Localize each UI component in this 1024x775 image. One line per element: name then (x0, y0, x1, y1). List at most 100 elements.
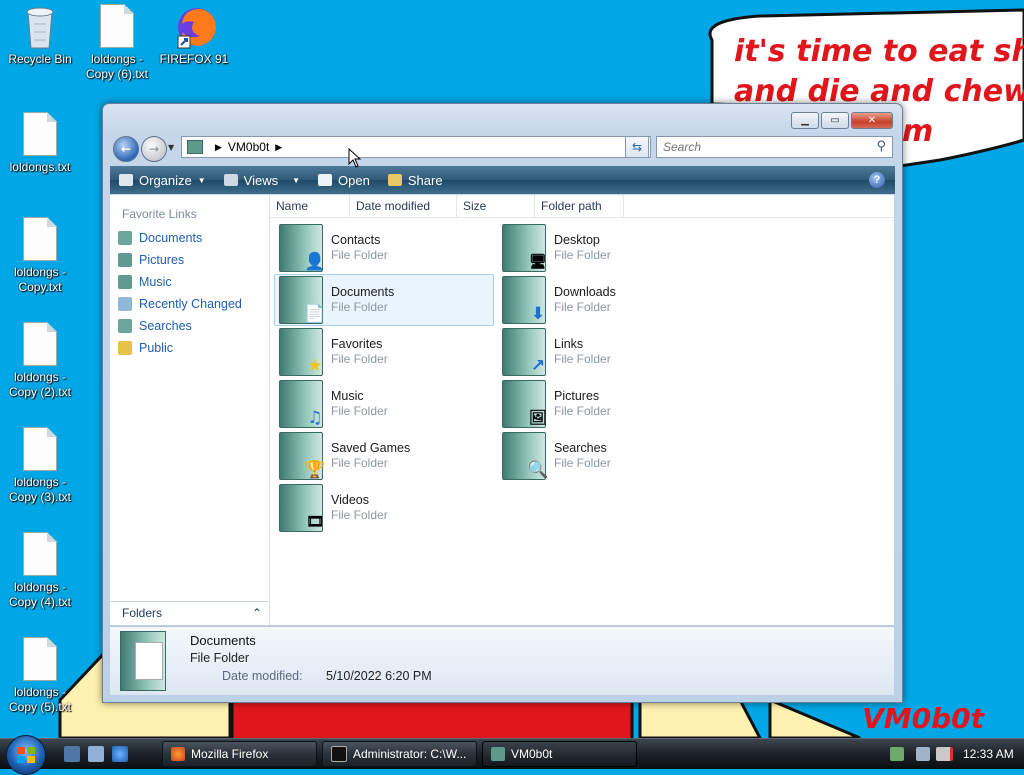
folder-item-documents[interactable]: 📄 Documents File Folder (274, 274, 494, 326)
folder-type: File Folder (331, 508, 388, 522)
minimize-button[interactable]: ▁ (791, 112, 819, 129)
search-icon[interactable]: ⚲ (876, 139, 886, 154)
show-desktop-icon[interactable] (64, 746, 80, 762)
favorites-folder-icon: ★ (279, 328, 323, 376)
maximize-button[interactable]: ▭ (821, 112, 849, 129)
taskbar-button-label: Mozilla Firefox (191, 747, 269, 761)
folder-type: File Folder (554, 248, 611, 262)
desktop-folder-icon: 🖥 (502, 224, 547, 272)
chevron-down-icon: ▼ (168, 143, 175, 152)
back-button[interactable]: ← (113, 136, 139, 162)
address-bar[interactable]: ▶ VM0b0t ▶ ▼ (181, 136, 651, 158)
videos-folder-icon: 🎞 (279, 484, 324, 532)
desktop-icon-loldongs-copy-6[interactable]: loldongs - Copy (6).txt (77, 4, 157, 82)
music-icon (118, 275, 132, 289)
refresh-button[interactable]: ⇆ (625, 136, 649, 158)
folder-name: Links (554, 337, 584, 351)
favorite-link-pictures[interactable]: Pictures (110, 249, 269, 271)
desktop-icon-recycle-bin[interactable]: Recycle Bin (0, 4, 80, 67)
taskbar-button-explorer[interactable]: VM0b0t (482, 741, 637, 767)
folder-type: File Folder (331, 404, 388, 418)
help-icon: ? (873, 174, 881, 186)
minimize-icon: ▁ (801, 115, 809, 126)
desktop-icon-loldongs-copy-3[interactable]: loldongs - Copy (3).txt (0, 427, 80, 505)
file-list-pane[interactable]: Name Date modified Size Folder path 👤 Co… (270, 195, 894, 625)
folder-item-music[interactable]: ♫ Music File Folder (274, 378, 494, 430)
search-box[interactable]: ⚲ (656, 136, 893, 158)
folder-type: File Folder (331, 352, 388, 366)
favorite-link-recently-changed[interactable]: Recently Changed (110, 293, 269, 315)
folder-item-pictures[interactable]: 🖼 Pictures File Folder (497, 378, 717, 430)
help-button[interactable]: ? (869, 172, 885, 188)
folder-type: File Folder (554, 300, 611, 314)
open-label: Open (338, 172, 370, 188)
folder-name: Desktop (554, 233, 600, 247)
desktop-icon-firefox[interactable]: FIREFOX 91 (154, 4, 234, 67)
folder-item-searches[interactable]: 🔍 Searches File Folder (497, 430, 717, 482)
favorite-link-searches[interactable]: Searches (110, 315, 269, 337)
wallpaper-signature: VM0b0t (862, 702, 984, 735)
taskbar: Mozilla Firefox Administrator: C:\W... V… (0, 735, 1024, 775)
column-header-size[interactable]: Size (457, 195, 535, 217)
network-icon[interactable] (890, 747, 904, 761)
taskbar-button-label: Administrator: C:\W... (353, 747, 467, 761)
explorer-window[interactable]: ▁ ▭ ✕ ← → ▼ ▶ VM0b0t ▶ ▼ ⇆ ⚲ Organize ▼ … (102, 103, 903, 703)
desktop-icon-label: FIREFOX 91 (159, 52, 229, 66)
folder-name: Searches (554, 441, 607, 455)
share-button[interactable]: Share (379, 166, 452, 194)
start-button[interactable] (6, 735, 46, 775)
internet-explorer-icon[interactable] (112, 746, 128, 762)
column-header-folder-path[interactable]: Folder path (535, 195, 624, 217)
folder-name: Favorites (331, 337, 383, 351)
breadcrumb-chevron-icon[interactable]: ▶ (275, 142, 282, 153)
links-folder-icon: ↗ (502, 328, 546, 376)
volume-muted-icon[interactable] (936, 747, 953, 761)
folder-item-desktop[interactable]: 🖥 Desktop File Folder (497, 222, 717, 274)
folder-item-favorites[interactable]: ★ Favorites File Folder (274, 326, 494, 378)
favorite-link-label: Recently Changed (139, 297, 242, 311)
search-input[interactable] (661, 139, 865, 155)
command-bar: Organize ▼ Views ▼ Open Share ? (110, 166, 895, 194)
folder-item-downloads[interactable]: ⬇ Downloads File Folder (497, 274, 717, 326)
documents-folder-icon: 📄 (279, 276, 326, 324)
organize-button[interactable]: Organize ▼ (110, 166, 215, 194)
folders-toggle[interactable]: Folders ⌃ (110, 601, 268, 623)
forward-button[interactable]: → (141, 136, 167, 162)
clock[interactable]: 12:33 AM (963, 747, 1014, 761)
favorite-link-public[interactable]: Public (110, 337, 269, 359)
desktop-icon-loldongs[interactable]: loldongs.txt (0, 112, 80, 175)
breadcrumb-chevron-icon[interactable]: ▶ (215, 142, 222, 153)
column-header-name[interactable]: Name (270, 195, 350, 217)
folder-type: File Folder (331, 300, 388, 314)
favorite-link-music[interactable]: Music (110, 271, 269, 293)
folder-item-contacts[interactable]: 👤 Contacts File Folder (274, 222, 494, 274)
chevron-down-icon: ▼ (292, 175, 301, 185)
switch-windows-icon[interactable] (88, 746, 104, 762)
desktop-icon-loldongs-copy-2[interactable]: loldongs - Copy (2).txt (0, 322, 80, 400)
breadcrumb-item[interactable]: VM0b0t (228, 140, 269, 154)
monitor-icon[interactable] (916, 747, 930, 761)
favorite-link-documents[interactable]: Documents (110, 227, 269, 249)
desktop-icon-loldongs-copy-4[interactable]: loldongs - Copy (4).txt (0, 532, 80, 610)
text-file-icon (20, 322, 60, 368)
folder-icon (187, 140, 203, 154)
views-button[interactable]: Views ▼ (215, 166, 309, 194)
pictures-folder-icon: 🖼 (502, 380, 547, 428)
taskbar-button-command-prompt[interactable]: Administrator: C:\W... (322, 741, 477, 767)
recently-changed-icon (118, 297, 132, 311)
folder-item-links[interactable]: ↗ Links File Folder (497, 326, 717, 378)
music-folder-icon: ♫ (279, 380, 323, 428)
folder-item-saved-games[interactable]: 🏆 Saved Games File Folder (274, 430, 494, 482)
refresh-icon: ⇆ (631, 140, 643, 154)
desktop-icon-loldongs-copy-5[interactable]: loldongs - Copy (5).txt (0, 637, 80, 715)
desktop-icon-loldongs-copy[interactable]: loldongs - Copy.txt (0, 217, 80, 295)
recent-pages-dropdown[interactable]: ▼ (168, 143, 174, 152)
folder-item-videos[interactable]: 🎞 Videos File Folder (274, 482, 494, 534)
back-arrow-icon: ← (120, 142, 132, 156)
open-button[interactable]: Open (309, 166, 379, 194)
desktop-icon-label: loldongs - Copy (4).txt (8, 580, 71, 609)
close-button[interactable]: ✕ (851, 112, 893, 129)
column-header-date-modified[interactable]: Date modified (350, 195, 457, 217)
column-headers: Name Date modified Size Folder path (270, 195, 894, 218)
taskbar-button-firefox[interactable]: Mozilla Firefox (162, 741, 317, 767)
